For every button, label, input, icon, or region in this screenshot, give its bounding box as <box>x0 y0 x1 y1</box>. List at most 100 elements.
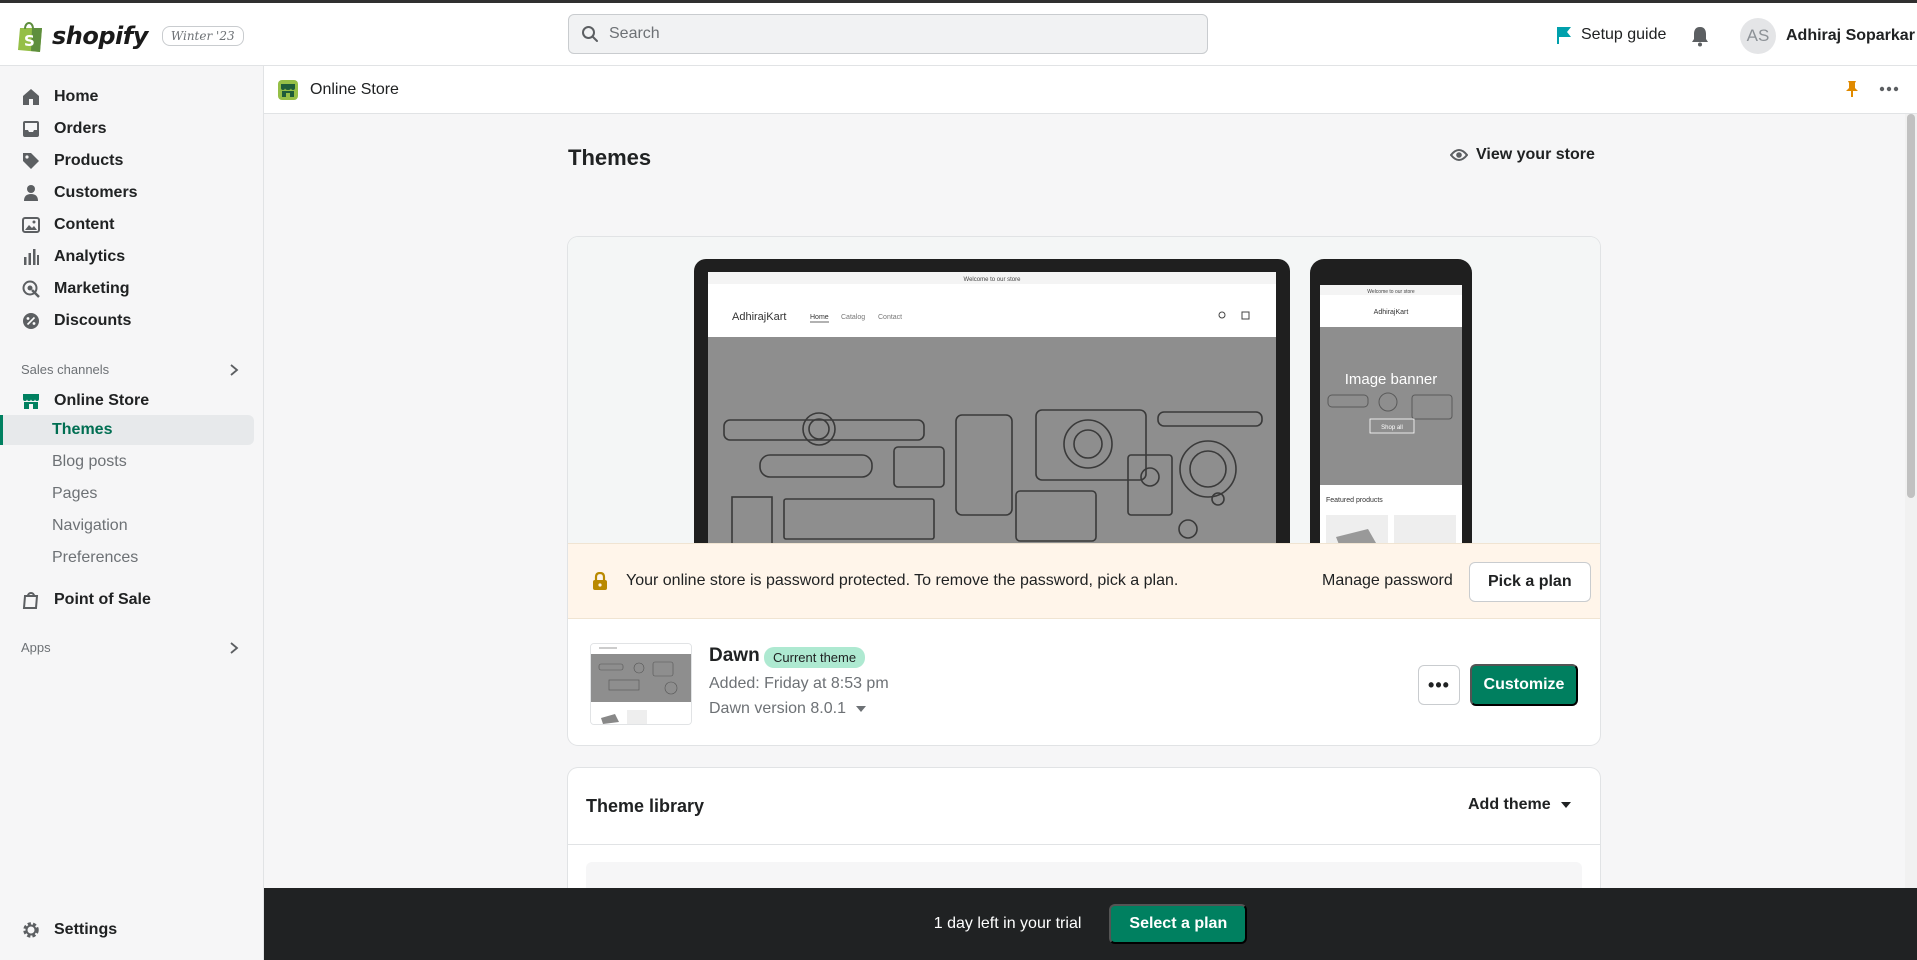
eye-icon <box>1450 149 1468 161</box>
theme-thumbnail <box>590 643 692 725</box>
caret-down-icon <box>855 706 866 712</box>
apps-label: Apps <box>21 640 51 655</box>
pin-icon[interactable] <box>1845 80 1859 98</box>
shopify-logo[interactable]: S shopify Winter '23 <box>16 19 244 53</box>
theme-name: Dawn <box>709 645 760 666</box>
manage-password-link[interactable]: Manage password <box>1322 572 1453 590</box>
sidebar-item-online-store[interactable]: Online Store <box>0 385 254 417</box>
sidebar-subitem-blog-posts[interactable]: Blog posts <box>0 447 254 477</box>
theme-library-title: Theme library <box>586 796 705 816</box>
content-header-title: Online Store <box>310 80 399 98</box>
inbox-icon <box>22 120 40 138</box>
notifications-button[interactable] <box>1690 25 1710 52</box>
mobile-preview: Welcome to our store AdhirajKart Image b… <box>1310 259 1472 543</box>
mobile-welcome-text: Welcome to our store <box>1367 289 1415 295</box>
status-badge: Current theme <box>764 647 866 668</box>
sidebar-item-label: Home <box>54 88 99 105</box>
sidebar-subitem-themes[interactable]: Themes <box>0 415 254 445</box>
scrollbar[interactable] <box>1905 114 1917 888</box>
trial-message: 1 day left in your trial <box>933 915 1082 932</box>
theme-version-dropdown[interactable]: Dawn version 8.0.1 <box>709 700 866 718</box>
mobile-store-name: AdhirajKart <box>1374 309 1409 316</box>
sidebar-item-label: Marketing <box>54 280 130 297</box>
sidebar-subitem-pages[interactable]: Pages <box>0 479 254 509</box>
bar-chart-icon <box>22 248 40 266</box>
image-icon <box>22 216 40 234</box>
mobile-banner-button: Shop all <box>1381 425 1403 431</box>
search-input[interactable] <box>609 25 1169 43</box>
chevron-right-icon <box>230 363 239 376</box>
sidebar-subitem-preferences[interactable]: Preferences <box>0 543 254 573</box>
person-icon <box>22 184 40 202</box>
sidebar: Home Orders Products Customers Content A… <box>0 66 264 960</box>
shopify-bag-icon: S <box>18 22 42 52</box>
store-icon <box>22 392 40 410</box>
gear-icon <box>22 921 40 939</box>
more-horizontal-icon[interactable] <box>1879 86 1899 92</box>
sidebar-item-content[interactable]: Content <box>0 209 254 241</box>
online-store-icon <box>278 79 298 100</box>
current-theme-row: Dawn Current theme Added: Friday at 8:53… <box>568 619 1600 745</box>
page-title: Themes <box>568 145 652 170</box>
theme-version-label: Dawn version 8.0.1 <box>709 700 846 717</box>
theme-added-date: Added: Friday at 8:53 pm <box>709 675 889 692</box>
scrollbar-thumb[interactable] <box>1907 114 1915 498</box>
user-name: Adhiraj Soparkar <box>1786 27 1915 44</box>
sales-channels-header[interactable]: Sales channels <box>21 362 239 377</box>
add-theme-button[interactable]: Add theme <box>1468 796 1571 814</box>
sidebar-item-home[interactable]: Home <box>0 81 254 113</box>
sidebar-item-orders[interactable]: Orders <box>0 113 254 145</box>
sidebar-subitem-navigation[interactable]: Navigation <box>0 511 254 541</box>
bell-icon <box>1692 27 1708 47</box>
divider <box>568 844 1600 845</box>
svg-text:S: S <box>24 32 35 50</box>
lock-icon <box>593 572 607 590</box>
sidebar-item-label: Online Store <box>54 392 150 409</box>
sidebar-item-discounts[interactable]: Discounts <box>0 305 254 337</box>
sidebar-item-customers[interactable]: Customers <box>0 177 254 209</box>
sidebar-item-label: Analytics <box>54 248 126 265</box>
sidebar-item-label: Orders <box>54 120 107 137</box>
sidebar-item-label: Point of Sale <box>54 591 151 608</box>
top-bar: S shopify Winter '23 Setup guide AS Adhi… <box>0 0 1917 66</box>
caret-down-icon <box>1560 802 1571 808</box>
sidebar-item-label: Settings <box>54 921 118 938</box>
view-store-label: View your store <box>1476 146 1595 163</box>
select-plan-button[interactable]: Select a plan <box>1109 904 1248 944</box>
avatar: AS <box>1740 18 1776 54</box>
discount-icon <box>22 312 40 330</box>
search-bar[interactable] <box>568 14 1208 54</box>
add-theme-label: Add theme <box>1468 796 1551 813</box>
sales-channels-label: Sales channels <box>21 362 110 377</box>
target-icon <box>22 280 40 298</box>
flag-icon <box>1557 27 1571 44</box>
trial-bar: 1 day left in your trial Select a plan <box>264 888 1917 960</box>
home-icon <box>22 88 40 106</box>
user-menu[interactable]: AS Adhiraj Soparkar <box>1740 18 1915 54</box>
customize-button[interactable]: Customize <box>1470 664 1578 706</box>
sidebar-item-settings[interactable]: Settings <box>0 914 254 946</box>
sidebar-item-marketing[interactable]: Marketing <box>0 273 254 305</box>
view-store-link[interactable]: View your store <box>1450 146 1595 164</box>
sidebar-item-point-of-sale[interactable]: Point of Sale <box>0 584 254 616</box>
mobile-banner-title: Image banner <box>1345 371 1438 388</box>
tag-icon <box>22 152 40 170</box>
pos-bag-icon <box>22 591 40 609</box>
sidebar-item-analytics[interactable]: Analytics <box>0 241 254 273</box>
setup-guide-button[interactable]: Setup guide <box>1555 25 1666 45</box>
logo-wordmark: shopify <box>52 22 148 50</box>
current-theme-card: Welcome to our store AdhirajKart Home Ca… <box>568 237 1600 745</box>
sidebar-item-label: Discounts <box>54 312 132 329</box>
mobile-featured-label: Featured products <box>1326 497 1383 504</box>
chevron-right-icon <box>230 641 239 654</box>
sidebar-item-label: Content <box>54 216 115 233</box>
pick-plan-button[interactable]: Pick a plan <box>1469 562 1591 602</box>
apps-header[interactable]: Apps <box>21 640 239 655</box>
version-badge: Winter '23 <box>161 26 244 46</box>
theme-preview: Welcome to our store AdhirajKart Home Ca… <box>568 237 1600 543</box>
search-icon <box>582 26 598 42</box>
theme-actions-button[interactable]: ••• <box>1418 665 1460 705</box>
content-header: Online Store <box>264 66 1917 114</box>
sidebar-item-products[interactable]: Products <box>0 145 254 177</box>
password-message: Your online store is password protected.… <box>626 572 1179 589</box>
